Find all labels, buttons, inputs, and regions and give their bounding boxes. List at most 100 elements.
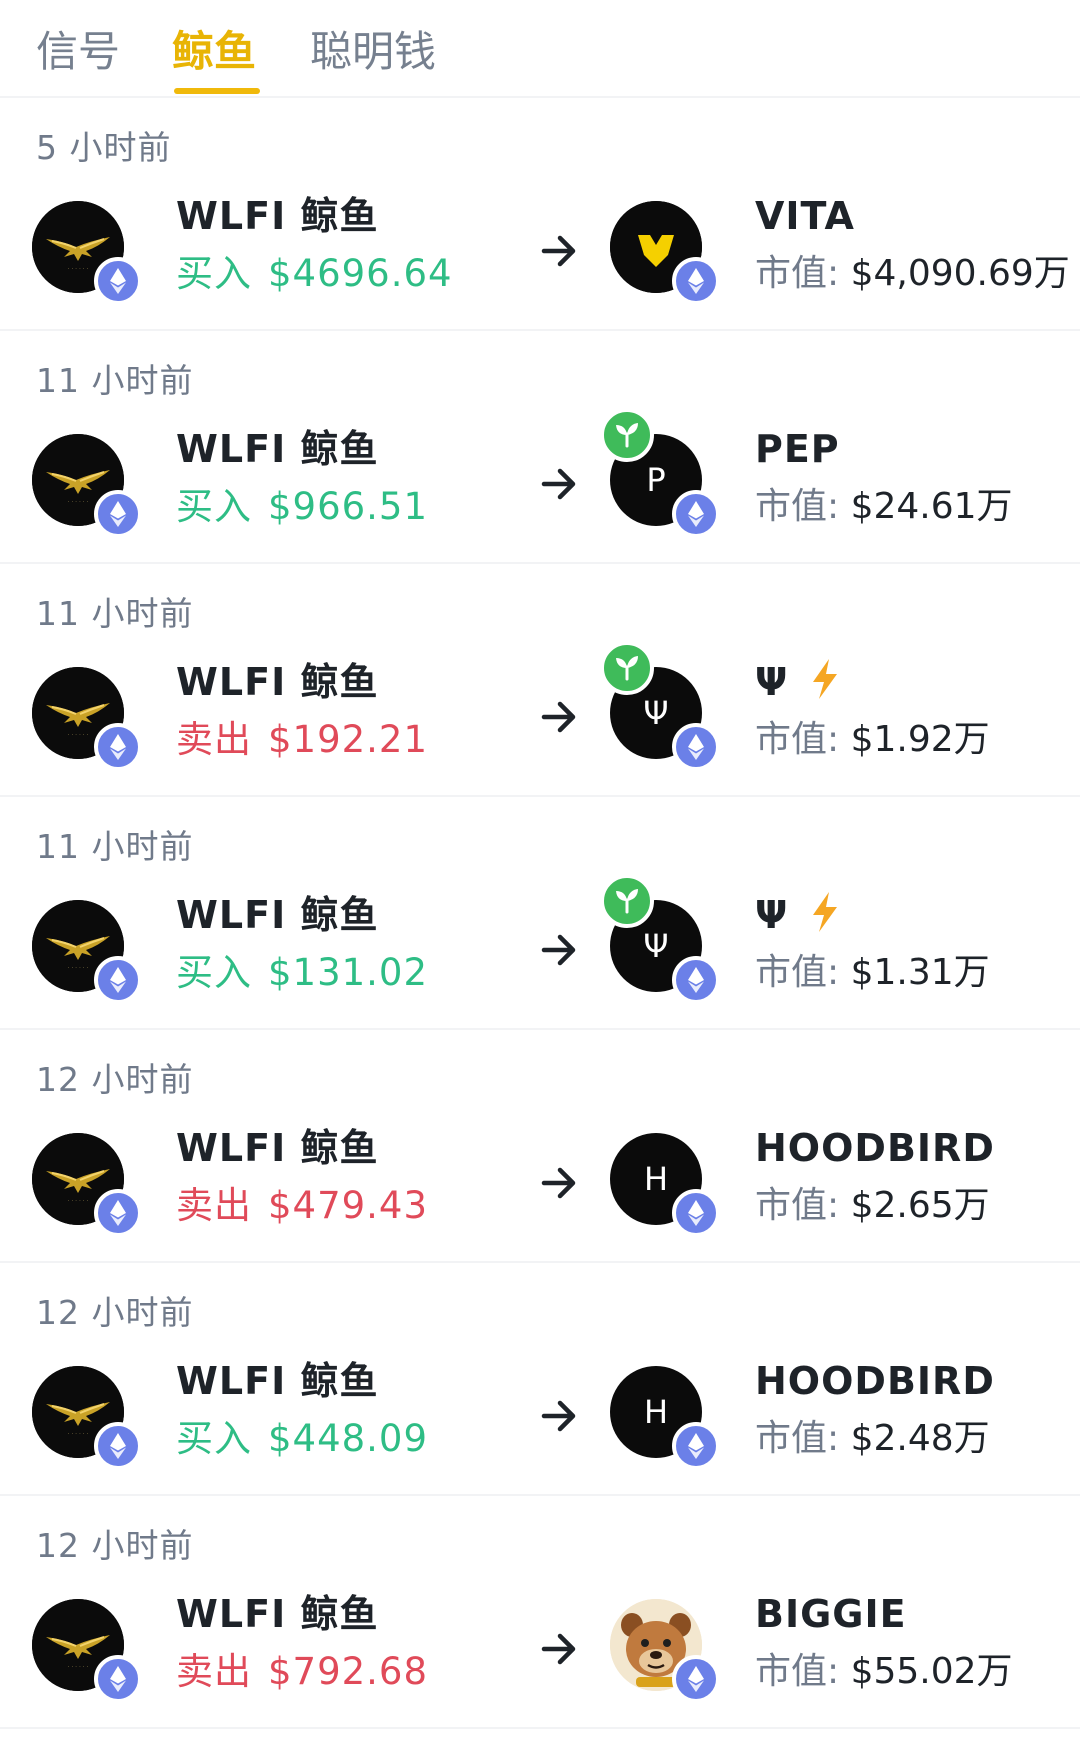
- trade-time: 12 小时前: [36, 1526, 194, 1565]
- svg-text:· · · · · ·: · · · · · ·: [68, 1198, 89, 1205]
- ethereum-chain-icon: [94, 1655, 142, 1703]
- arrow-right-icon: [540, 465, 578, 507]
- token-avatar[interactable]: Ψ: [600, 874, 720, 1010]
- trade-info: 买入 $4696.64: [176, 250, 453, 298]
- whale-avatar: · · · · · ·: [32, 1366, 142, 1476]
- arrow-right-icon: [540, 1397, 578, 1439]
- token-avatar[interactable]: H: [610, 1133, 720, 1243]
- trade-time: 11 小时前: [36, 827, 194, 866]
- token-name: PEP: [755, 425, 840, 473]
- token-symbol: PEP: [755, 427, 840, 471]
- token-symbol: HOODBIRD: [755, 1126, 995, 1170]
- market-cap-label: 市值:: [755, 1651, 840, 1692]
- tab-smart-money[interactable]: 聪明钱: [310, 24, 436, 80]
- token-name: BIGGIE: [755, 1590, 907, 1638]
- market-cap-label: 市值:: [755, 952, 840, 993]
- sprout-icon: [600, 641, 654, 695]
- trade-row[interactable]: 11 小时前 · · · · · · WLFI 鲸鱼 买入 $131.02 Ψ …: [0, 797, 1080, 1030]
- trade-amount: $4696.64: [268, 252, 453, 295]
- whale-avatar: · · · · · ·: [32, 1133, 142, 1243]
- whale-name: WLFI 鲸鱼: [176, 427, 379, 471]
- tab-bar: 信号 鲸鱼 聪明钱: [0, 0, 1080, 98]
- token-name: Ψ: [755, 658, 840, 711]
- ethereum-chain-icon: [672, 723, 720, 771]
- whale-name: WLFI 鲸鱼: [176, 660, 379, 704]
- market-cap-value: $1.92万: [850, 719, 990, 760]
- whale-avatar: · · · · · ·: [32, 434, 142, 544]
- trade-row[interactable]: 5 小时前 · · · · · · WLFI 鲸鱼 买入 $4696.64 VI…: [0, 98, 1080, 331]
- ethereum-chain-icon: [94, 1422, 142, 1470]
- tab-signals[interactable]: 信号: [36, 24, 120, 80]
- ethereum-chain-icon: [672, 490, 720, 538]
- ethereum-chain-icon: [94, 490, 142, 538]
- trade-action: 买入: [176, 951, 252, 994]
- market-cap-value: $4,090.69万: [850, 253, 1070, 294]
- whale-name: WLFI 鲸鱼: [176, 893, 379, 937]
- token-avatar[interactable]: Ψ: [600, 641, 720, 777]
- ethereum-chain-icon: [94, 956, 142, 1004]
- trade-time: 5 小时前: [36, 128, 172, 167]
- svg-text:· · · · · ·: · · · · · ·: [68, 1431, 89, 1438]
- trade-amount: $192.21: [268, 718, 429, 761]
- market-cap: 市值: $1.31万: [755, 949, 990, 997]
- whale-avatar: · · · · · ·: [32, 201, 142, 311]
- token-symbol: Ψ: [755, 893, 789, 937]
- trade-time: 11 小时前: [36, 361, 194, 400]
- ethereum-chain-icon: [94, 723, 142, 771]
- token-name: Ψ: [755, 891, 840, 944]
- whale-avatar: · · · · · ·: [32, 667, 142, 777]
- token-name: VITA: [755, 192, 855, 240]
- token-avatar[interactable]: H: [610, 1366, 720, 1476]
- trade-row[interactable]: 12 小时前 · · · · · · WLFI 鲸鱼 卖出 $479.43 H …: [0, 1030, 1080, 1263]
- svg-text:· · · · · ·: · · · · · ·: [68, 1664, 89, 1671]
- whale-name: WLFI 鲸鱼: [176, 1592, 379, 1636]
- market-cap-label: 市值:: [755, 719, 840, 760]
- token-avatar[interactable]: P: [600, 408, 720, 544]
- arrow-right-icon: [540, 931, 578, 973]
- token-symbol: HOODBIRD: [755, 1359, 995, 1403]
- market-cap: 市值: $4,090.69万: [755, 250, 1070, 298]
- market-cap-value: $1.31万: [850, 952, 990, 993]
- trade-info: 买入 $131.02: [176, 949, 428, 997]
- lightning-bolt-icon: [810, 658, 840, 711]
- trade-row[interactable]: 11 小时前 · · · · · · WLFI 鲸鱼 卖出 $192.21 Ψ …: [0, 564, 1080, 797]
- ethereum-chain-icon: [94, 257, 142, 305]
- arrow-right-icon: [540, 1630, 578, 1672]
- token-symbol: BIGGIE: [755, 1592, 907, 1636]
- trade-time: 12 小时前: [36, 1293, 194, 1332]
- trade-row[interactable]: 12 小时前 · · · · · · WLFI 鲸鱼 买入 $448.09 H …: [0, 1263, 1080, 1496]
- sprout-icon: [600, 408, 654, 462]
- ethereum-chain-icon: [672, 1189, 720, 1237]
- svg-text:· · · · · ·: · · · · · ·: [68, 965, 89, 972]
- trade-action: 买入: [176, 485, 252, 528]
- market-cap-label: 市值:: [755, 1418, 840, 1459]
- whale-name: WLFI 鲸鱼: [176, 194, 379, 238]
- trade-action: 买入: [176, 252, 252, 295]
- market-cap: 市值: $24.61万: [755, 483, 1013, 531]
- token-avatar[interactable]: [610, 201, 720, 311]
- whale-name: WLFI 鲸鱼: [176, 1126, 379, 1170]
- whale-avatar: · · · · · ·: [32, 900, 142, 1010]
- svg-text:· · · · · ·: · · · · · ·: [68, 732, 89, 739]
- trade-row[interactable]: 12 小时前 · · · · · · WLFI 鲸鱼 卖出 $792.68 BI…: [0, 1496, 1080, 1729]
- token-symbol: Ψ: [755, 660, 789, 704]
- trade-action: 卖出: [176, 718, 252, 761]
- whale-avatar: · · · · · ·: [32, 1599, 142, 1709]
- trade-amount: $448.09: [268, 1417, 429, 1460]
- whale-trade-list: 5 小时前 · · · · · · WLFI 鲸鱼 买入 $4696.64 VI…: [0, 98, 1080, 1729]
- trade-info: 买入 $448.09: [176, 1415, 428, 1463]
- ethereum-chain-icon: [672, 956, 720, 1004]
- trade-info: 买入 $966.51: [176, 483, 428, 531]
- token-avatar[interactable]: [610, 1599, 720, 1709]
- trade-amount: $131.02: [268, 951, 429, 994]
- trade-info: 卖出 $479.43: [176, 1182, 428, 1230]
- trade-action: 卖出: [176, 1184, 252, 1227]
- sprout-icon: [600, 874, 654, 928]
- market-cap: 市值: $2.65万: [755, 1182, 990, 1230]
- ethereum-chain-icon: [672, 1422, 720, 1470]
- tab-whales[interactable]: 鲸鱼: [172, 24, 256, 80]
- token-name: HOODBIRD: [755, 1124, 995, 1172]
- market-cap-label: 市值:: [755, 486, 840, 527]
- market-cap-label: 市值:: [755, 1185, 840, 1226]
- trade-row[interactable]: 11 小时前 · · · · · · WLFI 鲸鱼 买入 $966.51 P …: [0, 331, 1080, 564]
